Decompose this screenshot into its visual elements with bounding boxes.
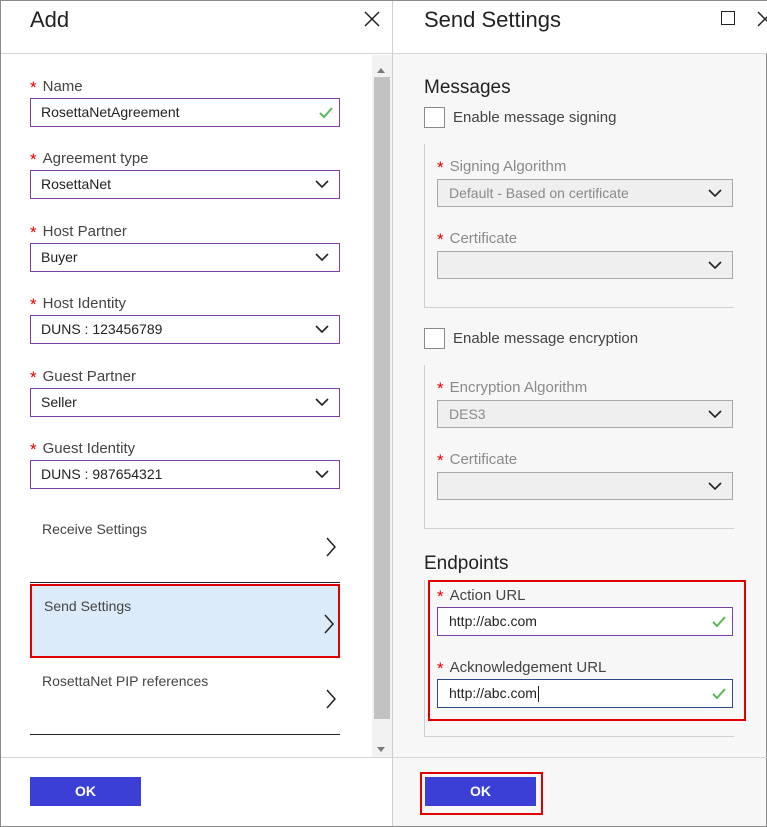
required-marker: * (437, 451, 444, 470)
agreement-type-select[interactable]: RosettaNet (30, 170, 340, 199)
receive-settings-row[interactable]: Receive Settings (30, 509, 340, 583)
guest-identity-select[interactable]: DUNS : 987654321 (30, 460, 340, 489)
checkmark-icon (712, 615, 726, 629)
chevron-down-icon (708, 186, 722, 200)
encryption-algorithm-value: DES3 (449, 406, 486, 422)
agreement-type-label: * Agreement type (30, 150, 149, 169)
name-input[interactable]: RosettaNetAgreement (30, 98, 340, 127)
close-icon[interactable] (362, 9, 382, 29)
encryption-certificate-label: * Certificate (437, 451, 518, 470)
encryption-fieldset: * Encryption Algorithm DES3 * Certificate (424, 365, 734, 529)
add-blade-header: Add (1, 1, 392, 54)
required-marker: * (30, 223, 37, 242)
signing-fieldset: * Signing Algorithm Default - Based on ce… (424, 144, 734, 308)
checkmark-icon (319, 106, 333, 120)
agreement-type-value: RosettaNet (41, 176, 112, 192)
name-input-value: RosettaNetAgreement (41, 104, 180, 120)
checkmark-icon (712, 687, 726, 701)
signing-algorithm-select: Default - Based on certificate (437, 179, 733, 207)
scroll-down-icon[interactable] (376, 741, 386, 752)
chevron-down-icon (315, 177, 329, 191)
required-marker: * (30, 368, 37, 387)
signing-algorithm-value: Default - Based on certificate (449, 185, 629, 201)
checkbox-icon (424, 328, 445, 349)
host-identity-value: DUNS : 123456789 (41, 321, 163, 337)
chevron-down-icon (315, 395, 329, 409)
chevron-down-icon (315, 322, 329, 336)
guest-partner-label: * Guest Partner (30, 368, 137, 387)
name-label: * Name (30, 78, 83, 97)
encryption-algorithm-select: DES3 (437, 400, 733, 428)
required-marker: * (30, 295, 37, 314)
rosettanet-pip-references-row[interactable]: RosettaNet PIP references (30, 661, 340, 735)
host-partner-select[interactable]: Buyer (30, 243, 340, 272)
footer-divider (393, 757, 767, 758)
ack-url-value: http://abc.com (449, 685, 537, 701)
signing-algorithm-label: * Signing Algorithm (437, 158, 567, 177)
action-url-input[interactable]: http://abc.com (437, 607, 733, 636)
guest-partner-select[interactable]: Seller (30, 388, 340, 417)
add-blade-title: Add (30, 7, 70, 32)
action-url-value: http://abc.com (449, 613, 537, 629)
receive-settings-label: Receive Settings (42, 521, 148, 537)
host-partner-value: Buyer (41, 249, 78, 265)
encryption-algorithm-label: * Encryption Algorithm (437, 379, 588, 398)
chevron-right-icon (325, 689, 337, 709)
chevron-right-icon (325, 537, 337, 557)
required-marker: * (437, 158, 444, 177)
send-settings-header: Send Settings (393, 1, 767, 54)
required-marker: * (30, 440, 37, 459)
required-marker: * (437, 587, 444, 606)
add-blade: Add * Name RosettaNetAgreement * Agreement… (1, 1, 392, 826)
add-ok-button[interactable]: OK (30, 777, 141, 806)
send-settings-blade: Send Settings Messages Enable message si… (392, 1, 767, 826)
signing-certificate-label: * Certificate (437, 230, 518, 249)
guest-partner-value: Seller (41, 394, 77, 410)
checkbox-icon (424, 107, 445, 128)
required-marker: * (30, 150, 37, 169)
required-marker: * (437, 379, 444, 398)
enable-message-encryption-label: Enable message encryption (453, 330, 639, 347)
chevron-down-icon (315, 467, 329, 481)
endpoints-section-title: Endpoints (424, 553, 509, 574)
send-settings-row[interactable]: Send Settings (30, 584, 340, 658)
enable-message-signing-label: Enable message signing (453, 109, 617, 126)
chevron-down-icon (708, 258, 722, 272)
guest-identity-value: DUNS : 987654321 (41, 466, 163, 482)
send-settings-label: Send Settings (44, 598, 132, 614)
chevron-down-icon (708, 407, 722, 421)
required-marker: * (437, 230, 444, 249)
ack-url-input[interactable]: http://abc.com (437, 679, 733, 708)
send-settings-ok-button[interactable]: OK (425, 777, 536, 806)
chevron-down-icon (708, 479, 722, 493)
signing-certificate-select (437, 251, 733, 279)
encryption-certificate-select (437, 472, 733, 500)
host-identity-label: * Host Identity (30, 295, 126, 314)
messages-section-title: Messages (424, 77, 511, 98)
required-marker: * (30, 78, 37, 97)
ack-url-label: * Acknowledgement URL (437, 659, 607, 678)
scrollbar-thumb[interactable] (374, 77, 390, 719)
scroll-up-icon[interactable] (376, 61, 386, 73)
text-caret (537, 686, 539, 703)
chevron-right-icon (323, 614, 335, 634)
close-icon[interactable] (755, 9, 767, 29)
chevron-down-icon (315, 250, 329, 264)
send-settings-title: Send Settings (424, 7, 561, 32)
footer-divider (1, 757, 392, 758)
rosettanet-pip-references-label: RosettaNet PIP references (42, 673, 209, 689)
required-marker: * (437, 659, 444, 678)
host-partner-label: * Host Partner (30, 223, 127, 242)
host-identity-select[interactable]: DUNS : 123456789 (30, 315, 340, 344)
guest-identity-label: * Guest Identity (30, 440, 136, 459)
action-url-label: * Action URL (437, 587, 526, 606)
maximize-icon[interactable] (721, 11, 735, 25)
